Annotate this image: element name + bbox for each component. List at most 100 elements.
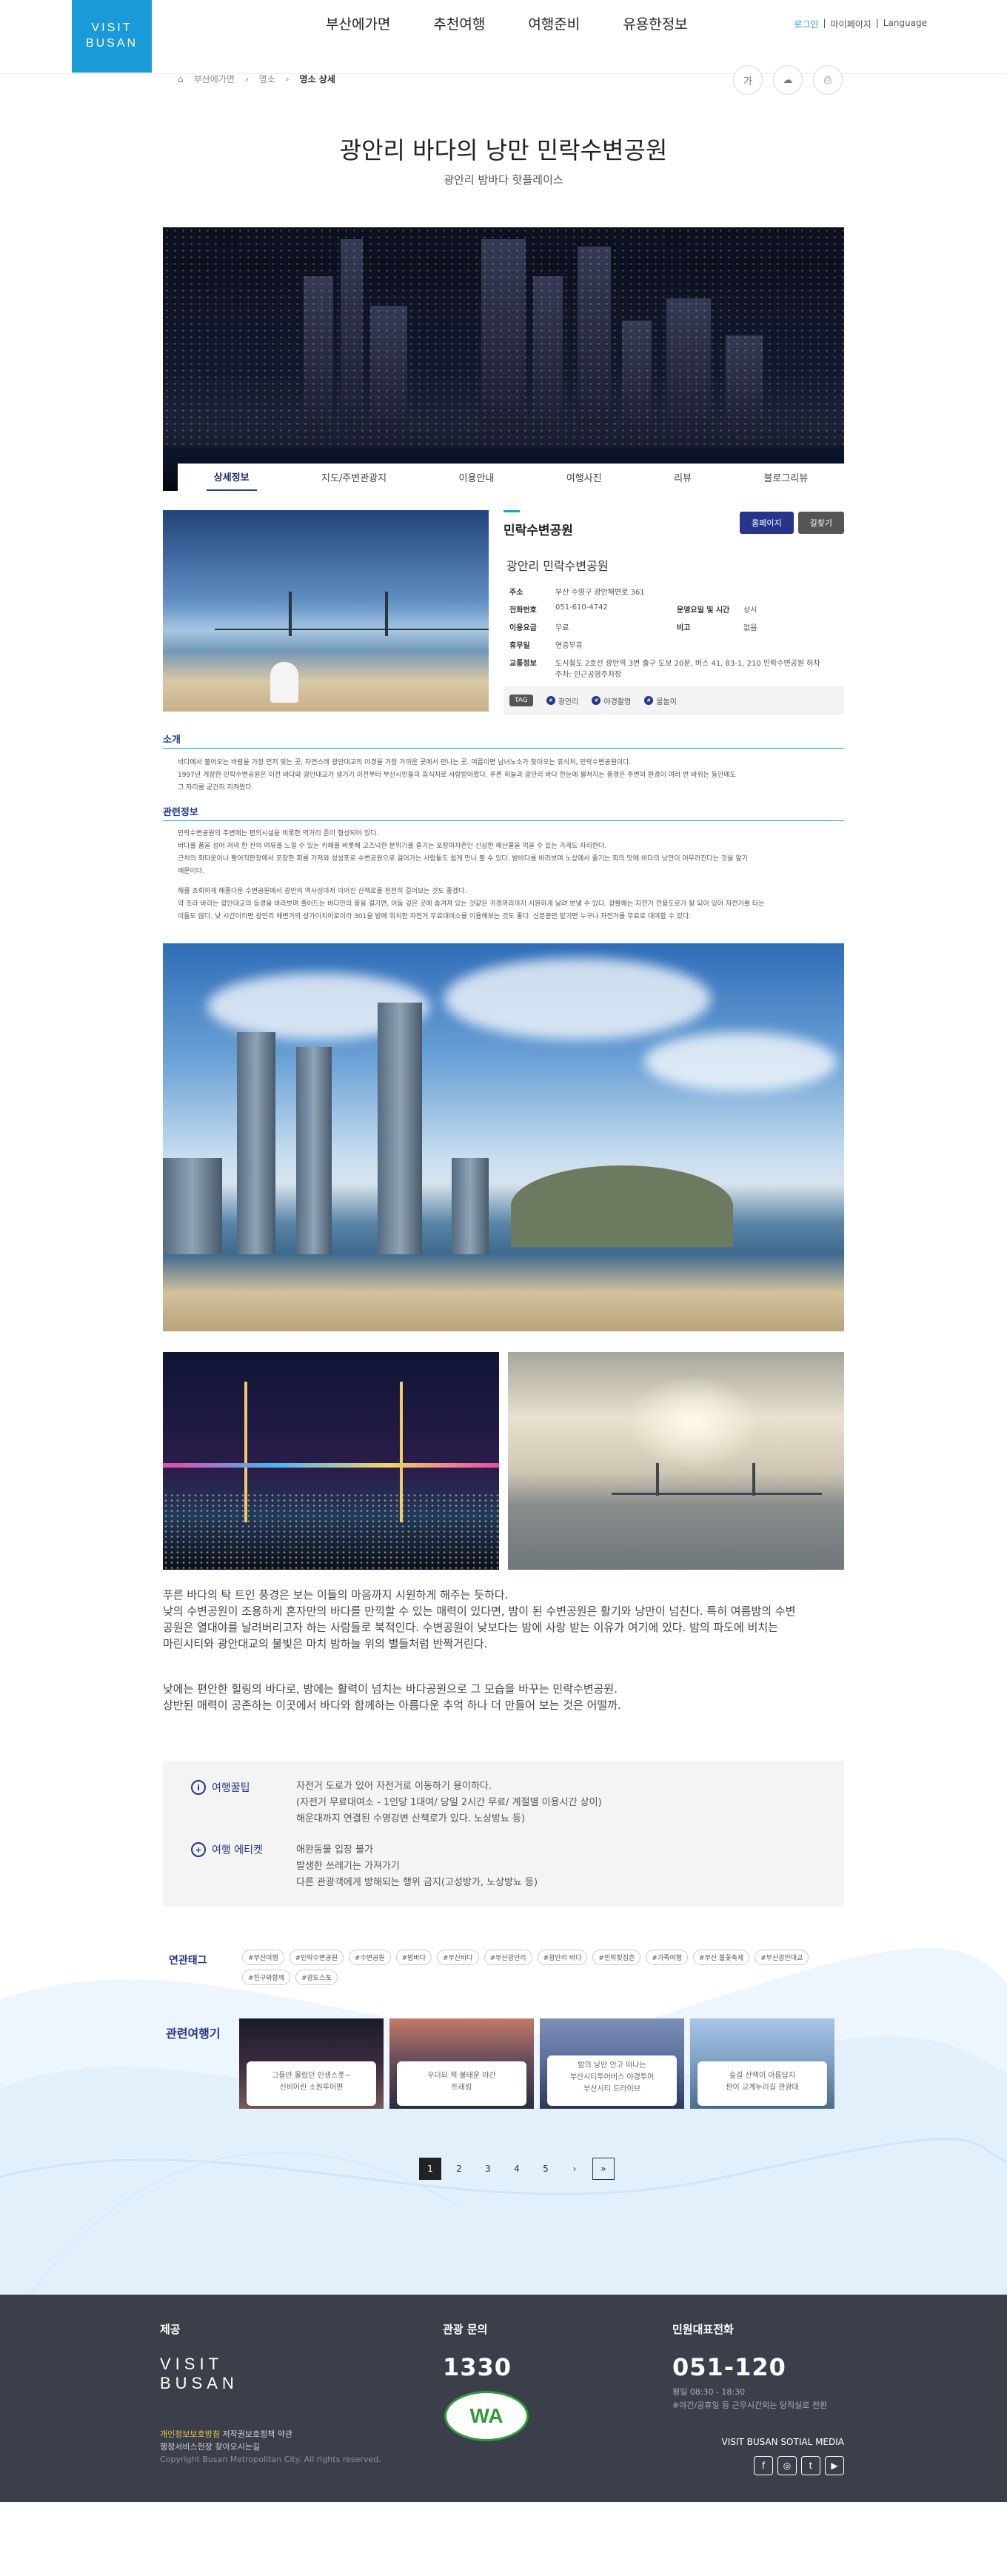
tag-chip[interactable]: #부산광안대교 [755, 1950, 809, 1965]
tag-chip[interactable]: #부산 불꽃축제 [693, 1950, 750, 1965]
login-link[interactable]: 로그인 [794, 18, 818, 30]
page-4[interactable]: 4 [506, 2158, 528, 2180]
footer-links: 개인정보보호방침 저작권보호정책 약관 행정서비스헌장 찾아오시는길 Copyr… [160, 2429, 381, 2464]
tab-guide[interactable]: 이용안내 [452, 464, 502, 490]
twitter-icon[interactable]: t [801, 2456, 820, 2475]
crumb-2[interactable]: 명소 [259, 73, 275, 85]
tag-item[interactable]: # 광안리 [546, 695, 578, 706]
util-menu: 로그인 | 마이페이지 | Language [794, 18, 927, 30]
site-header: VISIT BUSAN 부산에가면 추천여행 여행준비 유용한정보 로그인 | 마… [0, 0, 1007, 74]
copyright-policy-link[interactable]: 저작권보호정책 약관 [220, 2429, 292, 2439]
next-page-icon[interactable]: › [563, 2158, 586, 2180]
tag-chip[interactable]: #밤바다 [395, 1950, 432, 1965]
traffic-value: 도시철도 2호선 광안역 3번 출구 도보 20분, 버스 41, 83-1, … [555, 660, 820, 679]
plus-icon: + [191, 1842, 206, 1857]
page-subtitle: 광안리 밤바다 핫플레이스 [444, 173, 563, 187]
tag-chip[interactable]: #광도스포 [295, 1970, 338, 1985]
park-thumbnail [163, 510, 489, 712]
related-trip-card[interactable]: 숲길 산책이 아름답지 판이 교계누리길 관광대 [690, 2018, 834, 2109]
nav-item-busan[interactable]: 부산에가면 [326, 13, 390, 33]
place-title: 광안리 민락수변공원 [506, 559, 609, 573]
share-icon[interactable]: ☁ [773, 65, 803, 95]
holiday-value: 연중무휴 [555, 642, 583, 650]
directions-button[interactable]: 길찾기 [797, 512, 844, 534]
print-icon[interactable]: ⎙ [813, 65, 843, 95]
civil-phone: 051-120 [672, 2353, 786, 2381]
page-5[interactable]: 5 [535, 2158, 557, 2180]
etiquette-text: 애완동물 입장 불가 발생한 쓰레기는 가져가기 다른 관광객에게 방해되는 행… [296, 1844, 538, 1888]
intro-heading: 소개 [163, 735, 181, 746]
related-tags: #부산여행 #민락수변공원 #수변공원 #밤바다 #부산바다 #부산광안리 #광… [242, 1950, 820, 1985]
visit-busan-logo[interactable]: VISIT BUSAN [72, 0, 152, 73]
facebook-icon[interactable]: f [754, 2456, 773, 2475]
tag-box: TAG # 광안리 # 야경촬영 # 물놀이 [504, 686, 844, 715]
tab-map[interactable]: 지도/주변관광지 [314, 464, 394, 490]
web-accessibility-mark: WA [444, 2391, 529, 2441]
tag-chip[interactable]: #부산바다 [436, 1950, 479, 1965]
tag-chip[interactable]: #민락횟집촌 [592, 1950, 641, 1965]
font-size-button[interactable]: 가 [733, 65, 763, 95]
gwangan-bridge-sunset-photo [508, 1352, 844, 1570]
page-2[interactable]: 2 [448, 2158, 470, 2180]
instagram-icon[interactable]: ◎ [777, 2456, 797, 2475]
tag-chip[interactable]: #부산광안리 [484, 1950, 532, 1965]
tag-item[interactable]: # 물놀이 [644, 695, 677, 706]
tag-chip[interactable]: #친구와함께 [242, 1970, 290, 1985]
note-value: 없음 [743, 624, 757, 632]
place-info: 민락수변공원 홈페이지 길찾기 광안리 민락수변공원 주소 부산 수영구 광안해변… [504, 510, 844, 715]
breadcrumb: ⌂ 부산에가면 › 명소 › 명소 상세 [178, 73, 335, 85]
tag-chip[interactable]: #가족여행 [646, 1950, 689, 1965]
tag-chip[interactable]: #부산여행 [242, 1950, 284, 1965]
privacy-link[interactable]: 개인정보보호방침 [160, 2429, 220, 2439]
mypage-link[interactable]: 마이페이지 [831, 18, 871, 30]
main-nav: 부산에가면 추천여행 여행준비 유용한정보 [326, 13, 688, 33]
homepage-button[interactable]: 홈페이지 [740, 512, 794, 534]
tab-blog[interactable]: 블로그리뷰 [756, 464, 815, 490]
tab-review[interactable]: 리뷰 [666, 464, 699, 490]
address-value: 부산 수영구 광안해변로 361 [555, 589, 645, 597]
tag-chip[interactable]: #광안리 바다 [537, 1950, 588, 1965]
related-trips-label: 관련여행기 [166, 2027, 221, 2041]
related-trip-card[interactable]: 우더되 책 불태운 야간 트래킹 [389, 2018, 534, 2109]
home-icon[interactable]: ⌂ [178, 74, 184, 84]
story-text-2: 낮에는 편안한 힐링의 바다로, 밤에는 활력이 넘치는 바다공원으로 그 모습… [163, 1682, 621, 1712]
hero-night-image [163, 227, 844, 491]
gwangan-bridge-night-photo [163, 1352, 499, 1570]
tab-detail[interactable]: 상세정보 [206, 464, 257, 491]
marine-city-photo [163, 943, 844, 1331]
tip-text: 자전거 도로가 있어 자전거로 이동하기 용이하다. (자전거 무료대여소 - … [296, 1781, 602, 1824]
nav-item-info[interactable]: 유용한정보 [623, 13, 687, 33]
charter-link[interactable]: 행정서비스헌장 찾아오시는길 [160, 2440, 381, 2453]
crumb-1[interactable]: 부산에가면 [194, 73, 235, 85]
tag-icon: # [592, 696, 601, 705]
nav-item-prepare[interactable]: 여행준비 [528, 13, 580, 33]
tourism-phone: 1330 [443, 2353, 512, 2381]
pagination: 1 2 3 4 5 › » [419, 2158, 615, 2180]
page-3[interactable]: 3 [477, 2158, 499, 2180]
fee-value: 무료 [555, 624, 569, 632]
page-1[interactable]: 1 [419, 2158, 441, 2180]
sns-label: VISIT BUSAN SOTIAL MEDIA [721, 2437, 844, 2447]
detail-tabs: 상세정보 지도/주변관광지 이용안내 여행사진 리뷰 블로그리뷰 [178, 464, 844, 491]
logo-text-2: BUSAN [85, 37, 138, 50]
nav-item-recommend[interactable]: 추천여행 [433, 13, 485, 33]
tips-box: i 여행꿀팁 자전거 도로가 있어 자전거로 이동하기 용이하다. (자전거 무료… [163, 1761, 844, 1907]
related-trip-card[interactable]: 그들만 몰랐던 인생스폿~ 신비어린 소원투어편 [239, 2018, 384, 2109]
tag-chip[interactable]: #수변공원 [348, 1950, 391, 1965]
tag-item[interactable]: # 야경촬영 [592, 695, 631, 706]
related-tags-label: 연관태그 [169, 1955, 207, 1967]
related-trip-card[interactable]: 밤의 낭만 안고 떠나는 부산시티투어버스 야경투어 부산시티 드라이브 [540, 2018, 684, 2109]
detail-heading: 관련정보 [163, 807, 198, 818]
language-link[interactable]: Language [883, 18, 927, 30]
footer-logo[interactable]: VISIT BUSAN [160, 2355, 238, 2394]
tag-icon: # [546, 696, 555, 705]
page-tools: 가 ☁ ⎙ [733, 65, 843, 95]
tag-icon: # [644, 696, 654, 705]
tag-chip[interactable]: #민락수변공원 [289, 1950, 344, 1965]
info-icon: i [191, 1780, 206, 1795]
tip-heading: i 여행꿀팁 [191, 1780, 250, 1795]
crumb-current: 명소 상세 [299, 74, 335, 84]
tab-photos[interactable]: 여행사진 [559, 464, 609, 490]
youtube-icon[interactable]: ▶ [825, 2456, 844, 2475]
last-page-icon[interactable]: » [592, 2158, 615, 2180]
